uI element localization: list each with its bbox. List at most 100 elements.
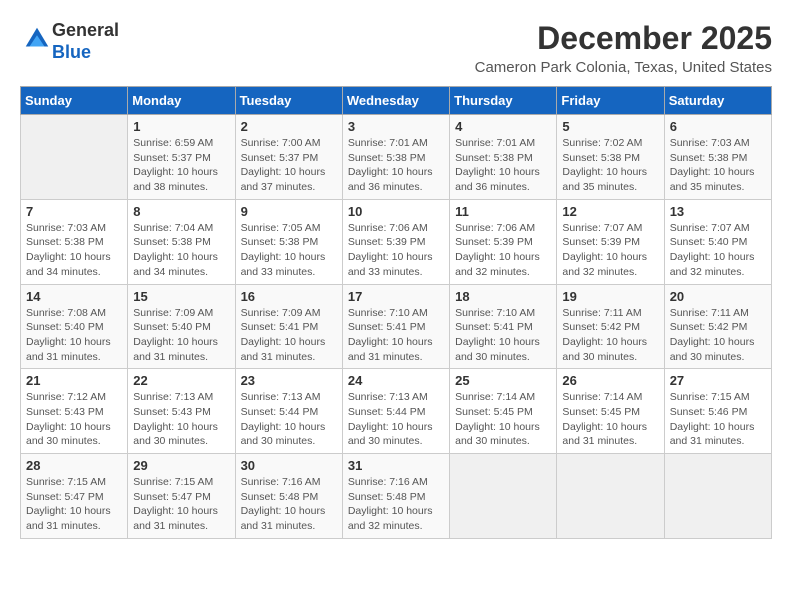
day-number: 10 bbox=[348, 204, 444, 219]
day-info: Sunrise: 7:03 AM Sunset: 5:38 PM Dayligh… bbox=[670, 136, 766, 195]
day-number: 20 bbox=[670, 289, 766, 304]
calendar-cell: 1Sunrise: 6:59 AM Sunset: 5:37 PM Daylig… bbox=[128, 115, 235, 200]
calendar-cell: 2 Sunrise: 7:00 AM Sunset: 5:37 PM Daylig… bbox=[235, 115, 342, 200]
calendar-title: December 2025 bbox=[475, 20, 772, 57]
day-info: Sunrise: 7:01 AM Sunset: 5:38 PM Dayligh… bbox=[348, 136, 444, 195]
calendar-cell: 16Sunrise: 7:09 AM Sunset: 5:41 PM Dayli… bbox=[235, 284, 342, 369]
day-info: Sunrise: 7:05 AM Sunset: 5:38 PM Dayligh… bbox=[241, 221, 337, 280]
weekday-header: Monday bbox=[128, 87, 235, 115]
day-info: Sunrise: 6:59 AM Sunset: 5:37 PM Dayligh… bbox=[133, 136, 229, 195]
day-info: Sunrise: 7:11 AM Sunset: 5:42 PM Dayligh… bbox=[670, 306, 766, 365]
day-number: 4 bbox=[455, 119, 551, 134]
calendar-body: 1Sunrise: 6:59 AM Sunset: 5:37 PM Daylig… bbox=[21, 115, 772, 539]
calendar-cell: 18Sunrise: 7:10 AM Sunset: 5:41 PM Dayli… bbox=[450, 284, 557, 369]
calendar-cell: 8 Sunrise: 7:04 AM Sunset: 5:38 PM Daylig… bbox=[128, 199, 235, 284]
weekday-header: Sunday bbox=[21, 87, 128, 115]
title-block: December 2025 Cameron Park Colonia, Texa… bbox=[475, 20, 772, 76]
day-info: Sunrise: 7:04 AM Sunset: 5:38 PM Dayligh… bbox=[133, 221, 229, 280]
day-info: Sunrise: 7:09 AM Sunset: 5:40 PM Dayligh… bbox=[133, 306, 229, 365]
day-number: 18 bbox=[455, 289, 551, 304]
day-number: 15 bbox=[133, 289, 229, 304]
calendar-cell: 9 Sunrise: 7:05 AM Sunset: 5:38 PM Daylig… bbox=[235, 199, 342, 284]
calendar-cell: 10 Sunrise: 7:06 AM Sunset: 5:39 PM Dayli… bbox=[342, 199, 449, 284]
day-number: 12 bbox=[562, 204, 658, 219]
calendar-cell: 7 Sunrise: 7:03 AM Sunset: 5:38 PM Daylig… bbox=[21, 199, 128, 284]
day-number: 24 bbox=[348, 373, 444, 388]
day-number: 5 bbox=[562, 119, 658, 134]
day-number: 3 bbox=[348, 119, 444, 134]
calendar-week-row: 1Sunrise: 6:59 AM Sunset: 5:37 PM Daylig… bbox=[21, 115, 772, 200]
calendar-cell bbox=[450, 454, 557, 539]
logo-icon bbox=[22, 24, 52, 54]
day-number: 28 bbox=[26, 458, 122, 473]
weekday-header: Wednesday bbox=[342, 87, 449, 115]
calendar-cell: 24Sunrise: 7:13 AM Sunset: 5:44 PM Dayli… bbox=[342, 369, 449, 454]
calendar-cell: 30 Sunrise: 7:16 AM Sunset: 5:48 PM Dayli… bbox=[235, 454, 342, 539]
weekday-header-row: SundayMondayTuesdayWednesdayThursdayFrid… bbox=[21, 87, 772, 115]
day-number: 30 bbox=[241, 458, 337, 473]
calendar-cell: 27 Sunrise: 7:15 AM Sunset: 5:46 PM Dayli… bbox=[664, 369, 771, 454]
day-info: Sunrise: 7:13 AM Sunset: 5:43 PM Dayligh… bbox=[133, 390, 229, 449]
calendar-cell: 13Sunrise: 7:07 AM Sunset: 5:40 PM Dayli… bbox=[664, 199, 771, 284]
calendar-cell: 11Sunrise: 7:06 AM Sunset: 5:39 PM Dayli… bbox=[450, 199, 557, 284]
day-info: Sunrise: 7:01 AM Sunset: 5:38 PM Dayligh… bbox=[455, 136, 551, 195]
day-number: 8 bbox=[133, 204, 229, 219]
calendar-cell: 22Sunrise: 7:13 AM Sunset: 5:43 PM Dayli… bbox=[128, 369, 235, 454]
calendar-cell bbox=[557, 454, 664, 539]
day-number: 7 bbox=[26, 204, 122, 219]
calendar-cell: 20 Sunrise: 7:11 AM Sunset: 5:42 PM Dayli… bbox=[664, 284, 771, 369]
day-info: Sunrise: 7:15 AM Sunset: 5:46 PM Dayligh… bbox=[670, 390, 766, 449]
day-info: Sunrise: 7:15 AM Sunset: 5:47 PM Dayligh… bbox=[133, 475, 229, 534]
day-number: 13 bbox=[670, 204, 766, 219]
calendar-week-row: 7 Sunrise: 7:03 AM Sunset: 5:38 PM Daylig… bbox=[21, 199, 772, 284]
day-info: Sunrise: 7:08 AM Sunset: 5:40 PM Dayligh… bbox=[26, 306, 122, 365]
calendar-cell: 14 Sunrise: 7:08 AM Sunset: 5:40 PM Dayli… bbox=[21, 284, 128, 369]
calendar-week-row: 14 Sunrise: 7:08 AM Sunset: 5:40 PM Dayli… bbox=[21, 284, 772, 369]
calendar-cell: 25 Sunrise: 7:14 AM Sunset: 5:45 PM Dayli… bbox=[450, 369, 557, 454]
logo-text: General Blue bbox=[52, 20, 119, 63]
calendar-cell: 29 Sunrise: 7:15 AM Sunset: 5:47 PM Dayli… bbox=[128, 454, 235, 539]
day-number: 31 bbox=[348, 458, 444, 473]
day-number: 26 bbox=[562, 373, 658, 388]
calendar-cell bbox=[21, 115, 128, 200]
day-number: 29 bbox=[133, 458, 229, 473]
calendar-cell: 6 Sunrise: 7:03 AM Sunset: 5:38 PM Daylig… bbox=[664, 115, 771, 200]
calendar-cell: 28 Sunrise: 7:15 AM Sunset: 5:47 PM Dayli… bbox=[21, 454, 128, 539]
calendar-cell: 15 Sunrise: 7:09 AM Sunset: 5:40 PM Dayli… bbox=[128, 284, 235, 369]
calendar-cell: 4 Sunrise: 7:01 AM Sunset: 5:38 PM Daylig… bbox=[450, 115, 557, 200]
calendar-cell bbox=[664, 454, 771, 539]
day-info: Sunrise: 7:06 AM Sunset: 5:39 PM Dayligh… bbox=[348, 221, 444, 280]
day-info: Sunrise: 7:02 AM Sunset: 5:38 PM Dayligh… bbox=[562, 136, 658, 195]
calendar-cell: 23Sunrise: 7:13 AM Sunset: 5:44 PM Dayli… bbox=[235, 369, 342, 454]
calendar-cell: 31 Sunrise: 7:16 AM Sunset: 5:48 PM Dayli… bbox=[342, 454, 449, 539]
day-info: Sunrise: 7:14 AM Sunset: 5:45 PM Dayligh… bbox=[562, 390, 658, 449]
day-number: 9 bbox=[241, 204, 337, 219]
day-info: Sunrise: 7:15 AM Sunset: 5:47 PM Dayligh… bbox=[26, 475, 122, 534]
day-number: 21 bbox=[26, 373, 122, 388]
day-info: Sunrise: 7:03 AM Sunset: 5:38 PM Dayligh… bbox=[26, 221, 122, 280]
weekday-header: Friday bbox=[557, 87, 664, 115]
day-number: 25 bbox=[455, 373, 551, 388]
day-info: Sunrise: 7:14 AM Sunset: 5:45 PM Dayligh… bbox=[455, 390, 551, 449]
day-info: Sunrise: 7:00 AM Sunset: 5:37 PM Dayligh… bbox=[241, 136, 337, 195]
header: General Blue December 2025 Cameron Park … bbox=[20, 20, 772, 76]
day-number: 27 bbox=[670, 373, 766, 388]
day-info: Sunrise: 7:10 AM Sunset: 5:41 PM Dayligh… bbox=[348, 306, 444, 365]
logo-blue: Blue bbox=[52, 42, 91, 62]
day-number: 2 bbox=[241, 119, 337, 134]
day-number: 14 bbox=[26, 289, 122, 304]
day-number: 19 bbox=[562, 289, 658, 304]
day-info: Sunrise: 7:16 AM Sunset: 5:48 PM Dayligh… bbox=[241, 475, 337, 534]
calendar-cell: 3 Sunrise: 7:01 AM Sunset: 5:38 PM Daylig… bbox=[342, 115, 449, 200]
day-info: Sunrise: 7:12 AM Sunset: 5:43 PM Dayligh… bbox=[26, 390, 122, 449]
calendar-subtitle: Cameron Park Colonia, Texas, United Stat… bbox=[475, 59, 772, 76]
calendar-cell: 17 Sunrise: 7:10 AM Sunset: 5:41 PM Dayli… bbox=[342, 284, 449, 369]
day-info: Sunrise: 7:13 AM Sunset: 5:44 PM Dayligh… bbox=[241, 390, 337, 449]
logo: General Blue bbox=[20, 20, 119, 63]
logo-general: General bbox=[52, 20, 119, 40]
day-number: 6 bbox=[670, 119, 766, 134]
day-info: Sunrise: 7:16 AM Sunset: 5:48 PM Dayligh… bbox=[348, 475, 444, 534]
weekday-header: Thursday bbox=[450, 87, 557, 115]
day-info: Sunrise: 7:09 AM Sunset: 5:41 PM Dayligh… bbox=[241, 306, 337, 365]
day-number: 17 bbox=[348, 289, 444, 304]
